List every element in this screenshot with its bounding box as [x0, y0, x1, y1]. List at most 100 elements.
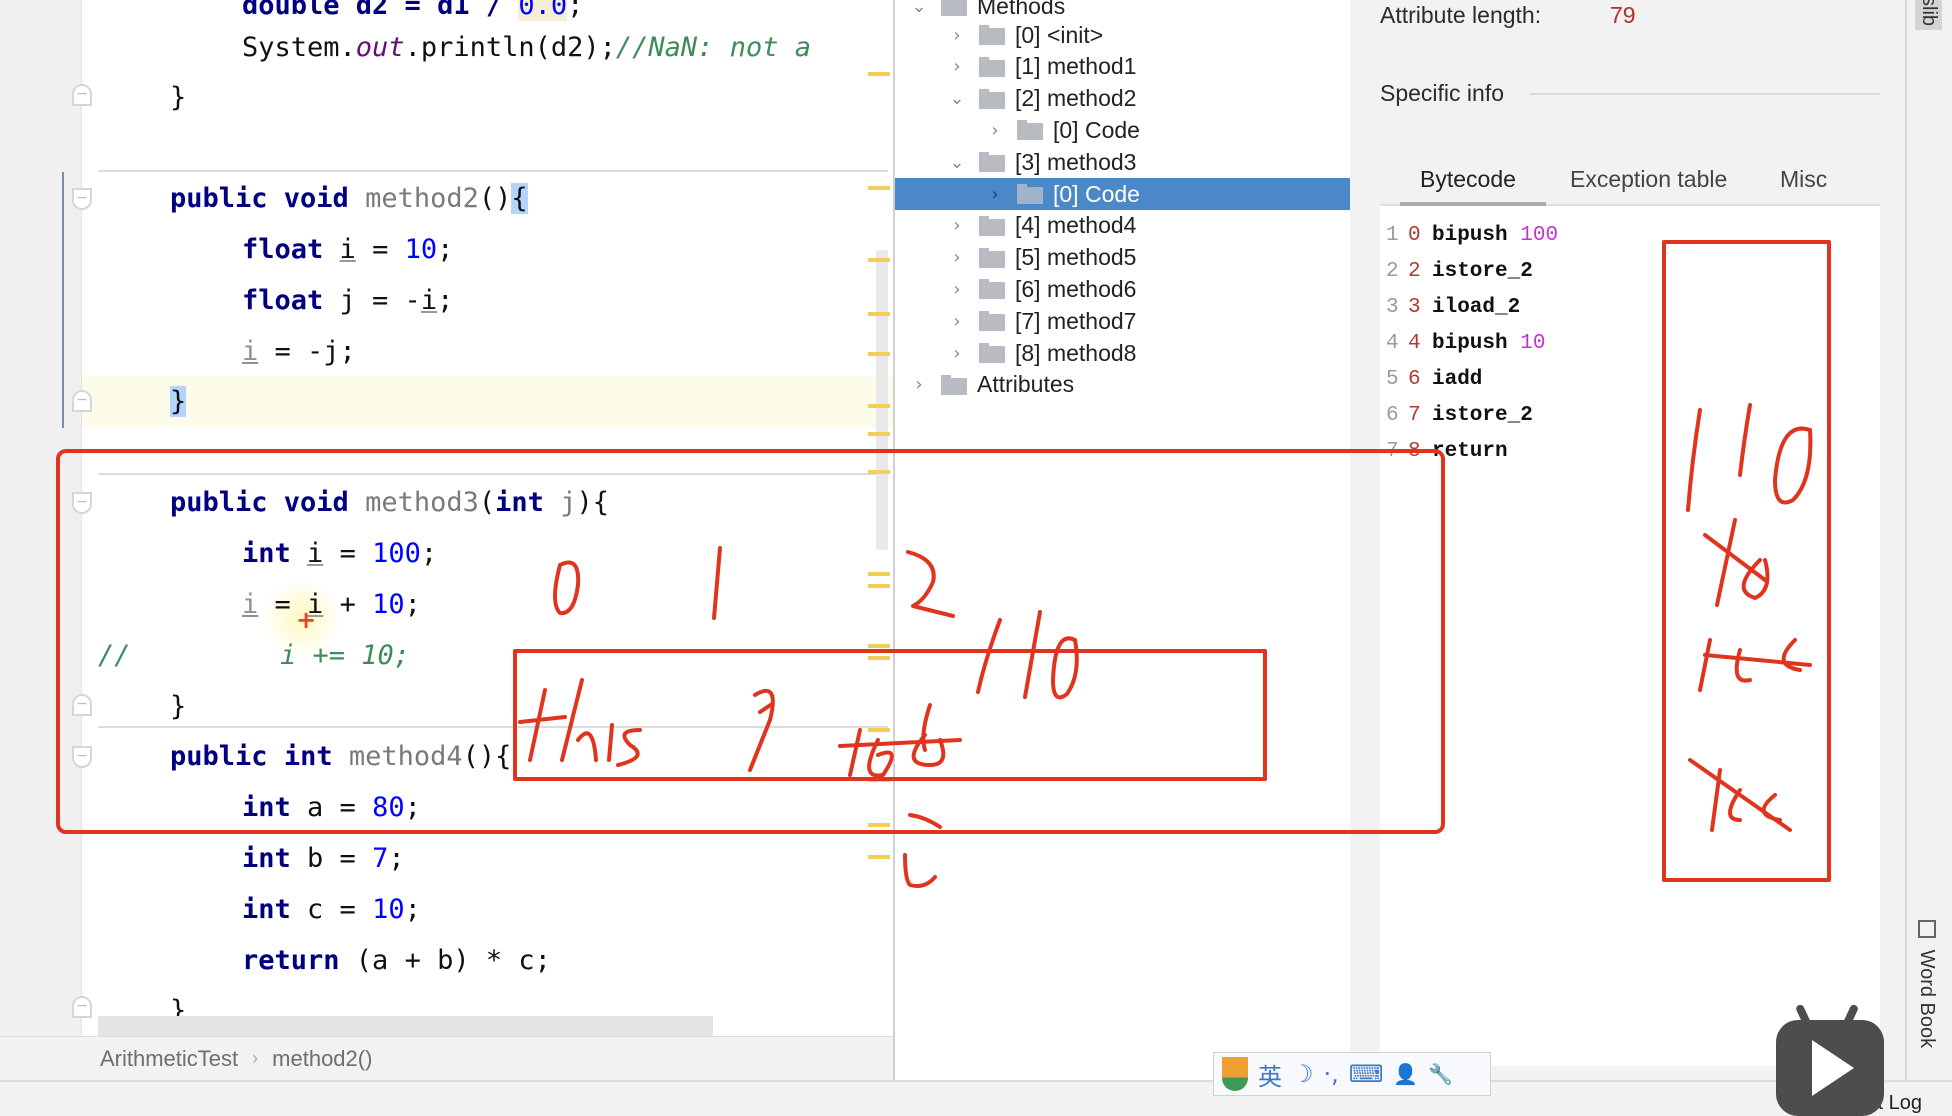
code-text: =	[323, 538, 373, 569]
class-structure-tree[interactable]: ⌄ Methods › [0] <init> › [1] method1 ⌄ [2] me…	[893, 0, 1350, 1080]
warning-mark[interactable]	[868, 572, 890, 576]
bytecode-info-panel: Attribute length: 79 Specific info Bytec…	[1350, 0, 1905, 1080]
chevron-right-icon[interactable]: ›	[985, 120, 1005, 141]
code-text: b =	[290, 843, 373, 874]
bytecode-listing[interactable]: 1 0 bipush 100 2 2 istore_2 3 3 iload_2 4 4 bipus…	[1380, 206, 1880, 1066]
right-tool-strip: jclasslib Word Book	[1905, 0, 1952, 1080]
warning-mark[interactable]	[868, 186, 890, 190]
bytecode-row[interactable]: 5 6 iadd	[1380, 362, 1495, 398]
code-text: ){	[576, 487, 609, 518]
horizontal-scrollbar[interactable]	[98, 1016, 713, 1036]
warning-mark[interactable]	[868, 404, 890, 408]
warning-mark[interactable]	[868, 352, 890, 356]
tree-node[interactable]: › [1] method1	[895, 51, 1350, 83]
bytecode-row[interactable]: 3 3 iload_2	[1380, 290, 1533, 326]
warning-mark[interactable]	[868, 432, 890, 436]
warning-mark[interactable]	[868, 72, 890, 76]
bytecode-row[interactable]: 2 2 istore_2	[1380, 254, 1545, 290]
fold-icon[interactable]: −	[72, 492, 92, 514]
code-text: ;	[404, 589, 421, 620]
tree-node[interactable]: › Attributes	[895, 369, 1350, 401]
code-text: (a + b) * c;	[339, 945, 551, 976]
folder-icon	[979, 279, 1005, 300]
tab-bytecode[interactable]: Bytecode	[1420, 166, 1516, 193]
chevron-down-icon[interactable]: ⌄	[947, 88, 967, 109]
warning-mark[interactable]	[868, 656, 890, 660]
tree-node[interactable]: › [8] method8	[895, 337, 1350, 369]
ime-language-toggle[interactable]: 英	[1258, 1057, 1282, 1092]
fold-icon[interactable]: −	[72, 694, 92, 716]
ime-toolbar[interactable]: 英 ☽ ·, ⌨ 👤 🔧	[1213, 1052, 1491, 1096]
bytecode-offset: 0	[1408, 224, 1421, 247]
fold-icon[interactable]: −	[72, 84, 92, 106]
tree-node[interactable]: ⌄ [3] method3	[895, 146, 1350, 178]
chevron-right-icon[interactable]: ›	[909, 374, 929, 395]
tree-node[interactable]: › [5] method5	[895, 242, 1350, 274]
fold-icon[interactable]: −	[72, 188, 92, 210]
bytecode-row[interactable]: 7 8 return	[1380, 434, 1520, 470]
code-number: 0.0	[518, 0, 568, 21]
chevron-right-icon[interactable]: ›	[947, 25, 967, 46]
folder-icon	[1017, 120, 1043, 141]
chevron-right-icon[interactable]: ›	[947, 247, 967, 268]
tool-tab-jclasslib[interactable]: jclasslib	[1915, 0, 1942, 31]
chevron-down-icon[interactable]: ⌄	[947, 152, 967, 173]
warning-mark[interactable]	[868, 728, 890, 732]
tree-node[interactable]: › [0] <init>	[895, 19, 1350, 51]
tree-node[interactable]: ⌄ [2] method2	[895, 83, 1350, 115]
bytecode-row[interactable]: 4 4 bipush 10	[1380, 326, 1545, 362]
punctuation-icon[interactable]: ·,	[1324, 1060, 1339, 1088]
code-keyword: public void	[170, 487, 349, 518]
tool-tab-word-book[interactable]: Word Book	[1915, 920, 1938, 1048]
bytecode-row[interactable]: 6 7 istore_2	[1380, 398, 1545, 434]
moon-icon[interactable]: ☽	[1292, 1060, 1314, 1088]
opcode: bipush	[1432, 332, 1508, 355]
chevron-right-icon[interactable]: ›	[985, 184, 1005, 205]
chevron-right-icon[interactable]: ›	[947, 56, 967, 77]
breadcrumb-item[interactable]: method2()	[272, 1046, 372, 1072]
code-line: float i = 10;	[170, 224, 453, 275]
tab-misc[interactable]: Misc	[1780, 166, 1827, 193]
tree-node[interactable]: › [0] Code	[895, 114, 1350, 146]
keyboard-icon[interactable]: ⌨	[1349, 1060, 1384, 1088]
code-editor[interactable]: − − − − − − − double d2 = d1 / 0.0; Syst…	[0, 0, 893, 1036]
folder-icon	[979, 311, 1005, 332]
play-icon[interactable]	[1812, 1040, 1854, 1096]
warning-mark[interactable]	[868, 258, 890, 262]
ime-logo-icon[interactable]	[1222, 1057, 1248, 1091]
tree-node[interactable]: › [6] method6	[895, 273, 1350, 305]
warning-mark[interactable]	[868, 823, 890, 827]
fold-icon[interactable]: −	[72, 746, 92, 768]
fold-icon[interactable]: −	[72, 390, 92, 412]
code-text: ;	[437, 234, 454, 265]
chevron-right-icon[interactable]: ›	[947, 343, 967, 364]
chevron-right-icon[interactable]: ›	[947, 279, 967, 300]
warning-mark[interactable]	[868, 312, 890, 316]
chevron-right-icon[interactable]: ›	[947, 311, 967, 332]
warning-mark[interactable]	[868, 644, 890, 648]
fold-icon[interactable]: −	[72, 996, 92, 1018]
error-stripe[interactable]	[868, 0, 892, 1036]
tree-node[interactable]: › [7] method7	[895, 305, 1350, 337]
book-icon	[1918, 920, 1936, 938]
warning-mark[interactable]	[868, 778, 890, 782]
bytecode-row[interactable]: 1 0 bipush 100	[1380, 218, 1558, 254]
tree-node[interactable]: › [0] Code	[895, 178, 1350, 210]
tree-node[interactable]: › [4] method4	[895, 210, 1350, 242]
opcode: istore_2	[1432, 404, 1533, 427]
opcode: iload_2	[1432, 296, 1521, 319]
breadcrumb-item[interactable]: ArithmeticTest	[100, 1046, 238, 1072]
breadcrumb-separator-icon: ›	[252, 1048, 259, 1068]
chevron-right-icon[interactable]: ›	[947, 215, 967, 236]
code-comment: //NaN: not a	[615, 32, 828, 63]
wrench-icon[interactable]: 🔧	[1428, 1062, 1453, 1086]
line-number: 3	[1386, 296, 1399, 319]
code-line: public void method3(int j){	[170, 477, 609, 528]
tab-exception-table[interactable]: Exception table	[1570, 166, 1727, 193]
user-icon[interactable]: 👤	[1393, 1062, 1418, 1086]
code-line: System.out.println(d2);//NaN: not a	[170, 22, 827, 73]
chevron-down-icon[interactable]: ⌄	[909, 0, 929, 17]
warning-mark[interactable]	[868, 584, 890, 588]
warning-mark[interactable]	[868, 470, 890, 474]
warning-mark[interactable]	[868, 855, 890, 859]
